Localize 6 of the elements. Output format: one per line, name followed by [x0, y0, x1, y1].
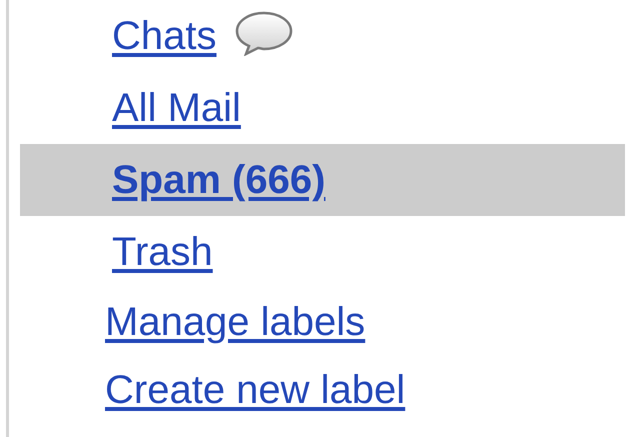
sidebar-link[interactable]: Create new label [105, 368, 406, 412]
folder-link[interactable]: Chats [112, 14, 216, 58]
sidebar-link[interactable]: Manage labels [105, 300, 366, 344]
folder-link[interactable]: Trash [112, 230, 213, 274]
folder-link[interactable]: All Mail [112, 86, 241, 130]
folder-link[interactable]: Spam (666) [112, 158, 326, 202]
